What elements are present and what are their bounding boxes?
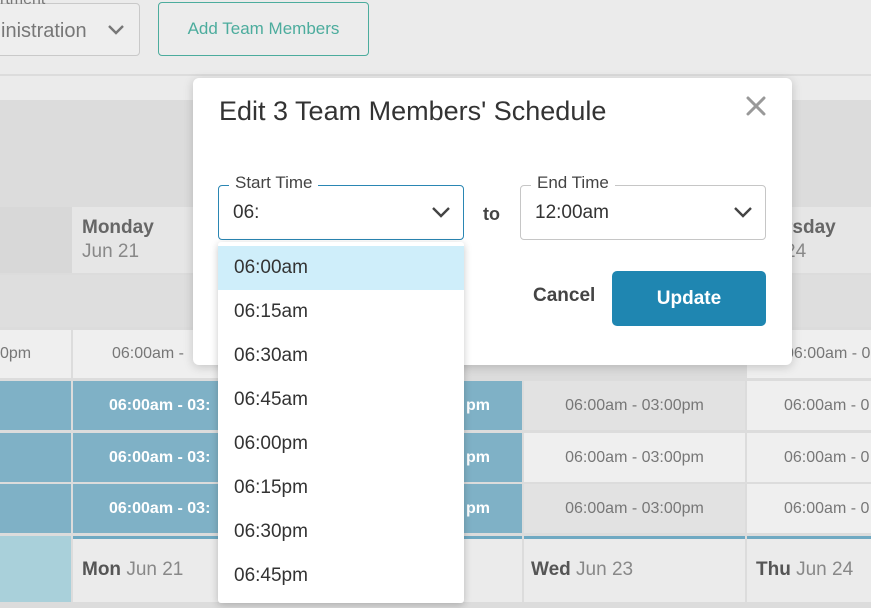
shift-cell[interactable]: 06:00am - 0 — [747, 484, 871, 533]
to-label: to — [483, 204, 500, 224]
time-option[interactable]: 06:00am — [218, 246, 464, 290]
footer-date: Jun 23 — [576, 559, 634, 580]
footer-day-wed: Wed Jun 23 — [524, 536, 745, 602]
top-toolbar: inistration rtment Add Team Members — [0, 0, 871, 76]
shift-cell[interactable]: 06:00am - 03:00pm — [524, 433, 745, 482]
time-option[interactable]: 06:15am — [218, 290, 464, 334]
end-time-select[interactable]: End Time 12:00am — [520, 173, 766, 240]
shift-cell[interactable]: 06:00am - 0 — [747, 433, 871, 482]
chevron-down-icon — [734, 207, 752, 218]
footer-corner — [0, 536, 71, 602]
department-value: inistration — [1, 20, 87, 42]
time-option[interactable]: 06:45pm — [218, 554, 464, 598]
end-time-label: End Time — [531, 173, 615, 193]
modal-title: Edit 3 Team Members' Schedule — [219, 96, 607, 126]
cell-text: 06:00am - 0 — [784, 449, 870, 466]
shift-cell[interactable]: 06:00am - 0 — [747, 381, 871, 430]
cell-text: 06:00am - 03: — [109, 449, 211, 466]
time-option[interactable]: 06:30pm — [218, 510, 464, 554]
start-time-label: Start Time — [229, 173, 319, 193]
time-option[interactable]: 06:45am — [218, 378, 464, 422]
start-time-dropdown: 06:00am 06:15am 06:30am 06:45am 06:00pm … — [218, 242, 464, 603]
close-icon[interactable] — [744, 94, 768, 118]
chevron-down-icon — [432, 207, 450, 218]
start-time-input[interactable] — [233, 202, 413, 224]
cell-text: 0pm — [0, 345, 32, 362]
cell-text: 06:00am - 03: — [109, 500, 211, 517]
day-header-thursday: rsday 24 — [785, 217, 871, 283]
shift-cell[interactable]: 06:00am - 03:00pm — [524, 484, 745, 533]
cell-text: 06:00am - 03:00pm — [565, 397, 704, 414]
end-time-value: 12:00am — [535, 202, 609, 223]
time-option[interactable]: 06:30am — [218, 334, 464, 378]
footer-date: Jun 21 — [126, 559, 184, 580]
cell-text: 06:00am - 0 — [784, 500, 870, 517]
department-label: rtment — [0, 0, 45, 9]
cell-text: 06:00am - — [111, 345, 185, 362]
footer-day: Mon — [82, 559, 122, 580]
footer-day: Wed — [531, 559, 571, 580]
department-select[interactable]: inistration — [0, 3, 140, 56]
grid-corner — [0, 207, 72, 273]
day-name: rsday — [785, 217, 836, 238]
chevron-down-icon — [108, 25, 124, 35]
time-option[interactable]: 06:00pm — [218, 422, 464, 466]
cell-text: pm — [466, 449, 490, 466]
footer-day: Thu — [756, 559, 791, 580]
shift-cell[interactable] — [0, 433, 71, 482]
cell-text: 06:00am - 03:00pm — [565, 500, 704, 517]
cell-text: pm — [466, 500, 490, 517]
shift-cell[interactable]: 06:00am - 03:00pm — [524, 381, 745, 430]
schedule-cell[interactable]: 0pm — [0, 330, 71, 378]
update-button[interactable]: Update — [612, 271, 766, 326]
time-option[interactable]: 06:15pm — [218, 466, 464, 510]
cell-text: 06:00am - 0 — [784, 397, 870, 414]
cancel-button[interactable]: Cancel — [533, 285, 595, 307]
shift-cell[interactable] — [0, 381, 71, 430]
cell-text: 06:00am - 03:00pm — [565, 449, 704, 466]
day-date: 24 — [785, 241, 807, 262]
cell-text: 06:00am - 0 — [785, 345, 871, 362]
cell-text: 06:00am - 03: — [109, 397, 211, 414]
add-team-members-button[interactable]: Add Team Members — [158, 2, 369, 56]
footer-day-thu: Thu Jun 24 — [747, 536, 871, 602]
footer-date: Jun 24 — [796, 559, 854, 580]
cell-text: pm — [466, 397, 490, 414]
shift-cell[interactable] — [0, 484, 71, 533]
start-time-select[interactable]: Start Time — [218, 173, 464, 240]
